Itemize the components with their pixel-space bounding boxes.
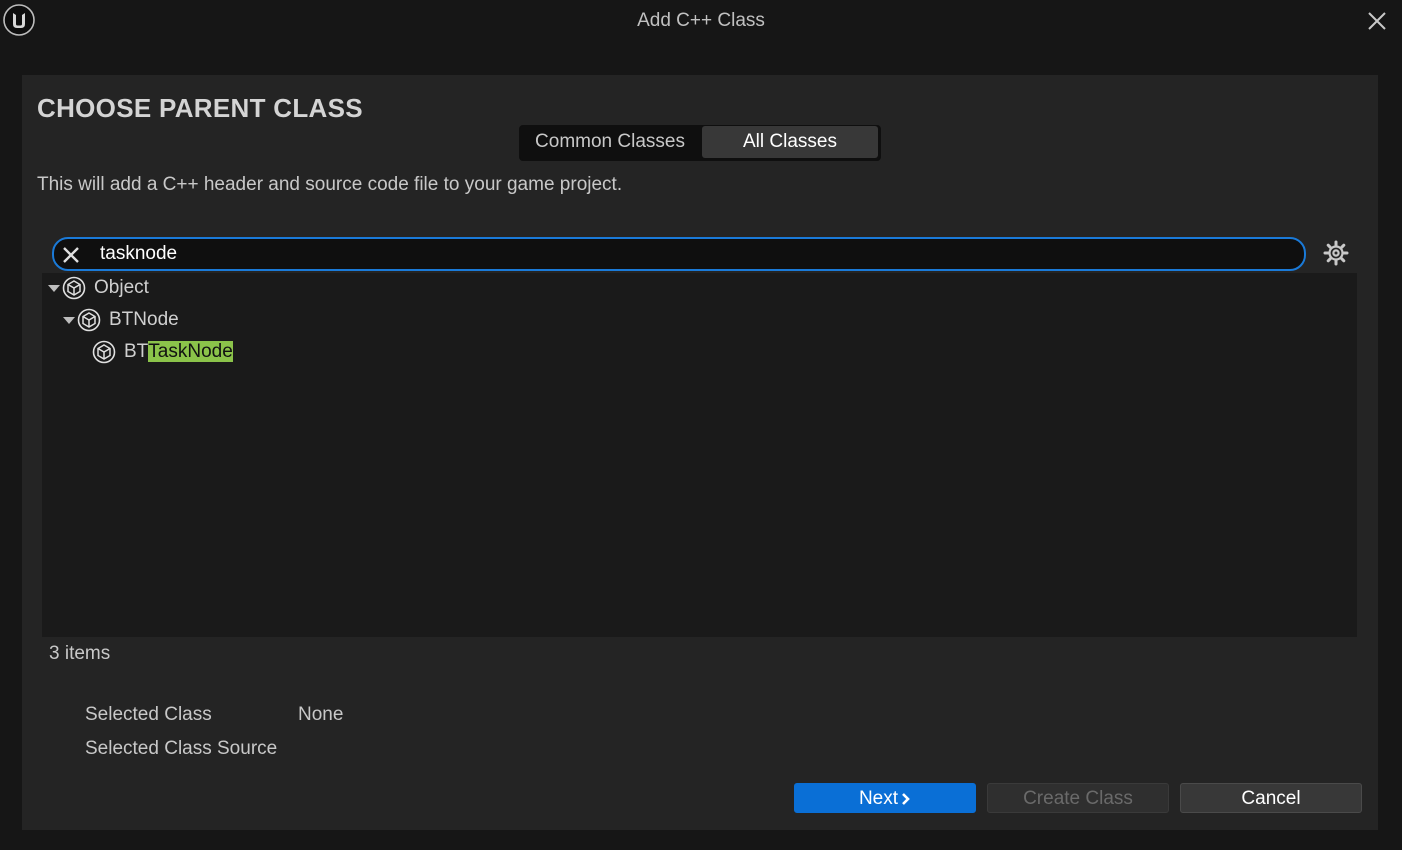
tree-item-label: BTTaskNode <box>124 341 233 363</box>
chevron-right-icon <box>902 793 910 805</box>
class-filter-segmented-control: Common Classes All Classes <box>519 125 881 161</box>
create-class-button[interactable]: Create Class <box>987 783 1169 813</box>
tree-item-object[interactable]: Object <box>46 273 149 303</box>
window-title: Add C++ Class <box>637 10 765 31</box>
selected-class-value: None <box>298 704 344 725</box>
search-input[interactable] <box>100 239 1290 269</box>
page-title: CHOOSE PARENT CLASS <box>37 93 363 123</box>
search-match-highlight: TaskNode <box>148 341 233 362</box>
tab-common-classes[interactable]: Common Classes <box>520 126 700 158</box>
tab-all-classes[interactable]: All Classes <box>702 126 878 158</box>
tree-item-label: Object <box>94 277 149 298</box>
class-cube-icon <box>92 340 116 364</box>
close-icon[interactable] <box>1366 10 1388 32</box>
selected-class-source-label: Selected Class Source <box>85 738 278 759</box>
cancel-button[interactable]: Cancel <box>1180 783 1362 813</box>
next-button[interactable]: Next <box>794 783 976 813</box>
clear-search-icon[interactable] <box>60 244 82 266</box>
search-box <box>52 237 1306 271</box>
class-cube-icon <box>77 308 101 332</box>
triangle-down-icon[interactable] <box>46 280 62 296</box>
class-tree: Object BTNode BTTaskNode <box>42 273 1357 637</box>
tree-item-bttasknode[interactable]: BTTaskNode <box>92 337 233 367</box>
dialog-panel: CHOOSE PARENT CLASS Common Classes All C… <box>22 75 1378 830</box>
tree-item-btnode[interactable]: BTNode <box>61 305 179 335</box>
selected-class-label: Selected Class <box>85 704 212 725</box>
next-button-label: Next <box>858 788 899 809</box>
item-count: 3 items <box>49 643 111 664</box>
class-cube-icon <box>62 276 86 300</box>
gear-icon[interactable] <box>1323 240 1349 266</box>
triangle-down-icon[interactable] <box>61 312 77 328</box>
title-bar: Add C++ Class <box>0 0 1402 44</box>
label-prefix: BT <box>124 341 149 362</box>
tree-item-label: BTNode <box>109 309 179 330</box>
description-text: This will add a C++ header and source co… <box>37 174 623 195</box>
